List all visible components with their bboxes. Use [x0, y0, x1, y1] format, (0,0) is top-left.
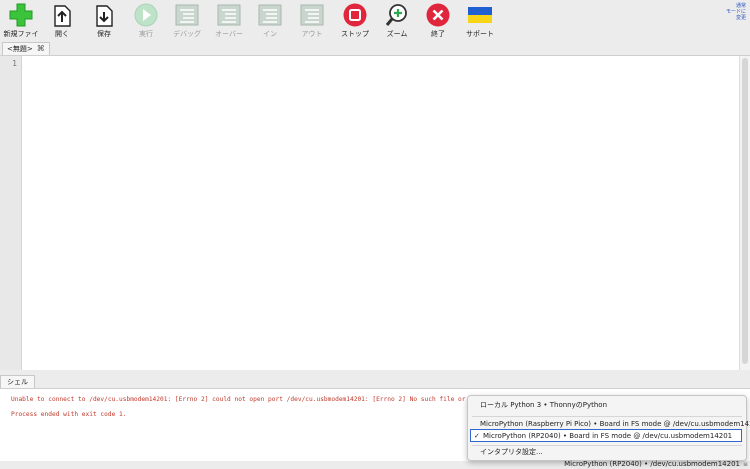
step-into-label: イン	[263, 30, 277, 38]
toolbar: 新規ファイ 開く 保存 実行 デバッグ オーバー イン アウト ストップ ズーム…	[0, 0, 750, 42]
debug-label: デバッグ	[173, 30, 201, 38]
open-label: 開く	[55, 30, 69, 38]
plus-icon	[9, 3, 33, 27]
save-label: 保存	[97, 30, 111, 38]
close-tab-icon[interactable]: ⌘	[37, 43, 45, 55]
new-file-label: 新規ファイ	[3, 30, 39, 38]
new-file-button[interactable]: 新規ファイ	[1, 2, 41, 40]
menu-item-interpreter-settings[interactable]: インタプリタ設定...	[468, 446, 746, 459]
save-file-icon	[96, 5, 113, 27]
menu-item-local-python[interactable]: ローカル Python 3 • ThonnyのPython	[468, 399, 746, 412]
editor-scrollbar-thumb[interactable]	[742, 58, 748, 364]
line-number: 1	[12, 59, 17, 68]
debug-icon	[175, 4, 199, 26]
step-into-button[interactable]: イン	[250, 2, 290, 40]
zoom-icon	[385, 4, 407, 26]
shell-exit-line: Process ended with exit code 1.	[11, 411, 127, 418]
step-over-button[interactable]: オーバー	[209, 2, 249, 40]
stop-button[interactable]: ストップ	[335, 2, 375, 40]
step-out-icon	[300, 4, 324, 26]
run-label: 実行	[139, 30, 153, 38]
step-over-label: オーバー	[215, 30, 243, 38]
stop-icon	[343, 3, 367, 27]
step-into-icon	[258, 4, 282, 26]
zoom-button[interactable]: ズーム	[377, 2, 417, 40]
open-button[interactable]: 開く	[42, 2, 82, 40]
line-number-gutter: 1	[0, 56, 22, 370]
stop-label: ストップ	[341, 30, 369, 38]
interpreter-menu: ローカル Python 3 • ThonnyのPython MicroPytho…	[467, 395, 750, 461]
save-button[interactable]: 保存	[84, 2, 124, 40]
menu-item-micropython-rp2040[interactable]: ✓ MicroPython (RP2040) • Board in FS mod…	[470, 429, 742, 442]
menu-separator	[472, 416, 742, 417]
menu-item-rp2040-label: MicroPython (RP2040) • Board in FS mode …	[483, 432, 733, 440]
ukraine-flag-icon	[468, 7, 492, 23]
run-icon	[134, 3, 158, 27]
zoom-label: ズーム	[386, 30, 408, 38]
quit-icon	[426, 3, 450, 27]
editor-scrollbar[interactable]	[739, 56, 750, 370]
quit-button[interactable]: 終了	[418, 2, 458, 40]
step-over-icon	[217, 4, 241, 26]
status-bar: MicroPython (RP2040) • /dev/cu.usbmodem1…	[0, 460, 750, 469]
support-button[interactable]: サポート	[460, 2, 500, 40]
editor-tab-label: <無題>	[7, 45, 33, 53]
run-button[interactable]: 実行	[126, 2, 166, 40]
editor-tabbar: <無題> ⌘	[0, 42, 750, 55]
debug-button[interactable]: デバッグ	[167, 2, 207, 40]
interpreter-selector[interactable]: MicroPython (RP2040) • /dev/cu.usbmodem1…	[564, 460, 740, 469]
mode-link-line3: 変更	[735, 15, 746, 21]
support-label: サポート	[466, 30, 494, 38]
shell-error-line: Unable to connect to /dev/cu.usbmodem142…	[11, 396, 477, 403]
checkmark-icon: ✓	[474, 432, 480, 440]
open-file-icon	[54, 5, 71, 27]
step-out-label: アウト	[301, 30, 323, 38]
code-editor[interactable]: 1	[0, 55, 750, 370]
tab-shell[interactable]: シェル	[0, 375, 35, 388]
quit-label: 終了	[431, 30, 445, 38]
editor-tab-untitled[interactable]: <無題> ⌘	[2, 42, 50, 55]
menu-icon[interactable]: ≡	[743, 461, 748, 468]
switch-mode-link[interactable]: 通常 モードに 変更	[726, 3, 746, 21]
step-out-button[interactable]: アウト	[292, 2, 332, 40]
